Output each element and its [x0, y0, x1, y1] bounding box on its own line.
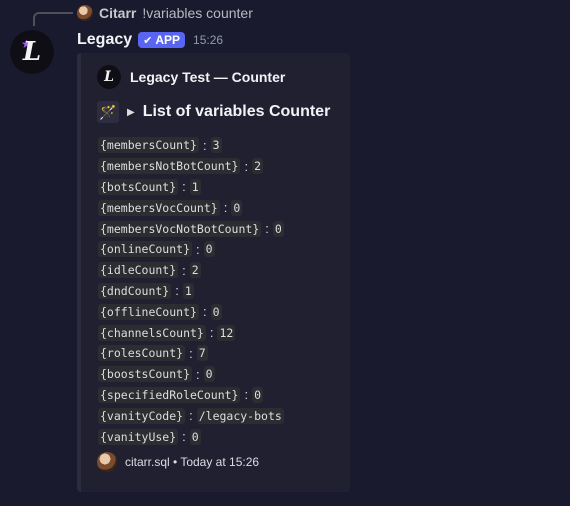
variable-value: 0: [231, 199, 243, 216]
variable-value: 2: [252, 158, 264, 175]
list-item: {channelsCount}:12: [98, 324, 236, 341]
variable-key: {offlineCount}: [98, 303, 199, 320]
list-item: {membersVocCount}:0: [98, 199, 243, 216]
username[interactable]: Legacy: [77, 31, 132, 49]
list-item: {onlineCount}:0: [98, 241, 215, 258]
variable-value: 0: [210, 303, 222, 320]
variable-key: {boostsCount}: [98, 366, 193, 383]
reply-connector: [33, 12, 73, 26]
variable-value: 1: [189, 178, 201, 195]
triangle-right-icon: ▶: [127, 106, 135, 118]
variable-key: {membersVocNotBotCount}: [98, 220, 262, 237]
variable-value: 12: [217, 324, 236, 341]
variable-value: 0: [203, 241, 215, 258]
logo-letter-icon: L: [22, 37, 42, 67]
embed-footer-text: citarr.sql • Today at 15:26: [125, 455, 260, 469]
embed-title: 🪄 ▶ List of variables Counter: [97, 101, 330, 123]
reply-reference[interactable]: Citarr !variables counter: [77, 4, 253, 22]
list-item: {specifiedRoleCount}:0: [98, 386, 264, 403]
list-item: {dndCount}:1: [98, 282, 194, 299]
list-item: {idleCount}:2: [98, 262, 201, 279]
embed-title-text: List of variables Counter: [142, 103, 331, 120]
list-item: {offlineCount}:0: [98, 303, 222, 320]
variable-key: {rolesCount}: [98, 345, 186, 362]
variable-key: {vanityCode}: [98, 407, 186, 424]
list-item: {membersNotBotCount}:2: [98, 158, 264, 175]
reply-author-name[interactable]: Citarr: [99, 5, 136, 21]
variable-key: {membersCount}: [98, 137, 199, 154]
list-item: {membersCount}:3: [98, 137, 222, 154]
variable-value: 0: [272, 220, 284, 237]
app-badge-label: APP: [155, 33, 181, 47]
list-item: {botsCount}:1: [98, 178, 201, 195]
message-header: Legacy ✔ APP 15:26: [77, 30, 223, 50]
variable-key: {botsCount}: [98, 178, 179, 195]
embed-author-name: Legacy Test — Counter: [130, 69, 286, 85]
variable-key: {dndCount}: [98, 282, 172, 299]
embed-footer: citarr.sql • Today at 15:26: [97, 452, 259, 472]
list-item: {boostsCount}:0: [98, 366, 215, 383]
variable-value: 0: [189, 428, 201, 445]
timestamp: 15:26: [193, 33, 224, 47]
embed-author-avatar: L: [97, 65, 121, 89]
variable-value: 0: [252, 386, 264, 403]
reply-author-avatar[interactable]: [77, 5, 93, 21]
variables-list: {membersCount}:3 {membersNotBotCount}:2 …: [98, 135, 284, 447]
variable-value: 7: [196, 345, 208, 362]
variable-key: {channelsCount}: [98, 324, 206, 341]
variable-key: {specifiedRoleCount}: [98, 386, 241, 403]
list-item: {membersVocNotBotCount}:0: [98, 220, 284, 237]
variable-key: {membersNotBotCount}: [98, 158, 241, 175]
list-item: {vanityCode}:/legacy-bots: [98, 407, 284, 424]
variable-key: {idleCount}: [98, 262, 179, 279]
list-item: {rolesCount}:7: [98, 345, 208, 362]
variable-value: 1: [182, 282, 194, 299]
embed-author: L Legacy Test — Counter: [97, 65, 285, 89]
variable-key: {membersVocCount}: [98, 199, 220, 216]
variable-key: {onlineCount}: [98, 241, 193, 258]
variable-value: /legacy-bots: [196, 407, 284, 424]
magic-wand-icon: 🪄: [97, 101, 119, 123]
variable-value: 0: [203, 366, 215, 383]
list-item: {vanityUse}:0: [98, 428, 201, 445]
variable-value: 2: [189, 262, 201, 279]
reply-text[interactable]: !variables counter: [142, 5, 253, 21]
footer-avatar: [97, 452, 117, 472]
logo-letter-icon: L: [104, 69, 114, 85]
variable-value: 3: [210, 137, 222, 154]
check-icon: ✔: [143, 34, 153, 47]
variable-key: {vanityUse}: [98, 428, 179, 445]
embed: L Legacy Test — Counter 🪄 ▶ List of vari…: [77, 53, 350, 492]
bot-avatar[interactable]: ★ L: [10, 30, 54, 74]
app-badge: ✔ APP: [138, 32, 186, 48]
